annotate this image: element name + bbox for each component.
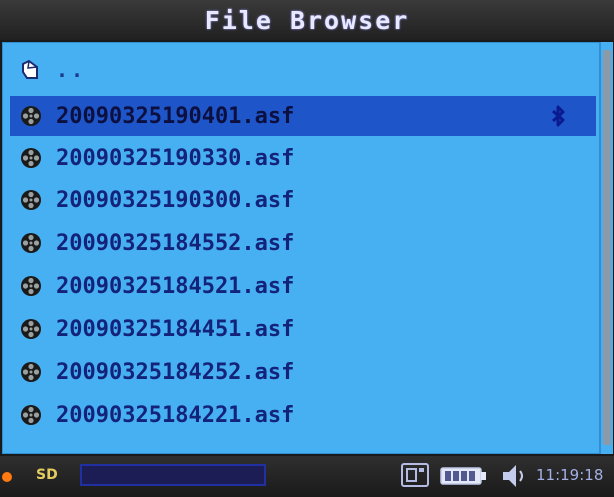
battery-icon <box>440 466 488 490</box>
scrollbar-thumb[interactable] <box>603 50 611 445</box>
file-row[interactable]: 20090325190401.asf <box>10 96 596 136</box>
file-name: 20090325190401.asf <box>56 103 295 129</box>
parent-directory-label: .. <box>56 58 87 82</box>
file-row[interactable]: 20090325184221.asf <box>10 395 596 435</box>
video-reel-icon <box>18 187 44 213</box>
file-row[interactable]: 20090325184451.asf <box>10 309 596 349</box>
bluetooth-icon <box>550 104 566 132</box>
folder-up-icon <box>18 57 44 83</box>
video-reel-icon <box>18 273 44 299</box>
scrollbar[interactable] <box>600 42 613 454</box>
file-row[interactable]: 20090325184552.asf <box>10 223 596 263</box>
title-bar: File Browser <box>0 0 614 40</box>
file-row[interactable]: 20090325184521.asf <box>10 266 596 306</box>
video-reel-icon <box>18 316 44 342</box>
file-name: 20090325184451.asf <box>56 316 295 342</box>
video-reel-icon <box>18 230 44 256</box>
video-reel-icon <box>18 103 44 129</box>
file-name: 20090325184521.asf <box>56 273 295 299</box>
file-name: 20090325190300.asf <box>56 187 295 213</box>
file-row[interactable]: 20090325184252.asf <box>10 352 596 392</box>
file-row[interactable]: 20090325190330.asf <box>10 138 596 178</box>
status-bar: SD 11:19:18 <box>0 456 614 497</box>
clock: 11:19:18 <box>536 466 604 484</box>
memory-card-icon <box>400 462 430 492</box>
file-name: 20090325184221.asf <box>56 402 295 428</box>
video-reel-icon <box>18 402 44 428</box>
file-name: 20090325184552.asf <box>56 230 295 256</box>
device-screen: File Browser .. 20090325190401.asf 20090… <box>0 0 614 497</box>
file-row[interactable]: 20090325190300.asf <box>10 180 596 220</box>
volume-icon[interactable] <box>500 462 528 494</box>
parent-directory-item[interactable]: .. <box>10 50 596 90</box>
sd-card-indicator-icon <box>2 472 12 482</box>
storage-label: SD <box>36 467 58 483</box>
video-reel-icon <box>18 359 44 385</box>
window-title: File Browser <box>204 5 410 35</box>
video-reel-icon <box>18 145 44 171</box>
progress-bar <box>80 464 266 486</box>
file-name: 20090325190330.asf <box>56 145 295 171</box>
file-name: 20090325184252.asf <box>56 359 295 385</box>
